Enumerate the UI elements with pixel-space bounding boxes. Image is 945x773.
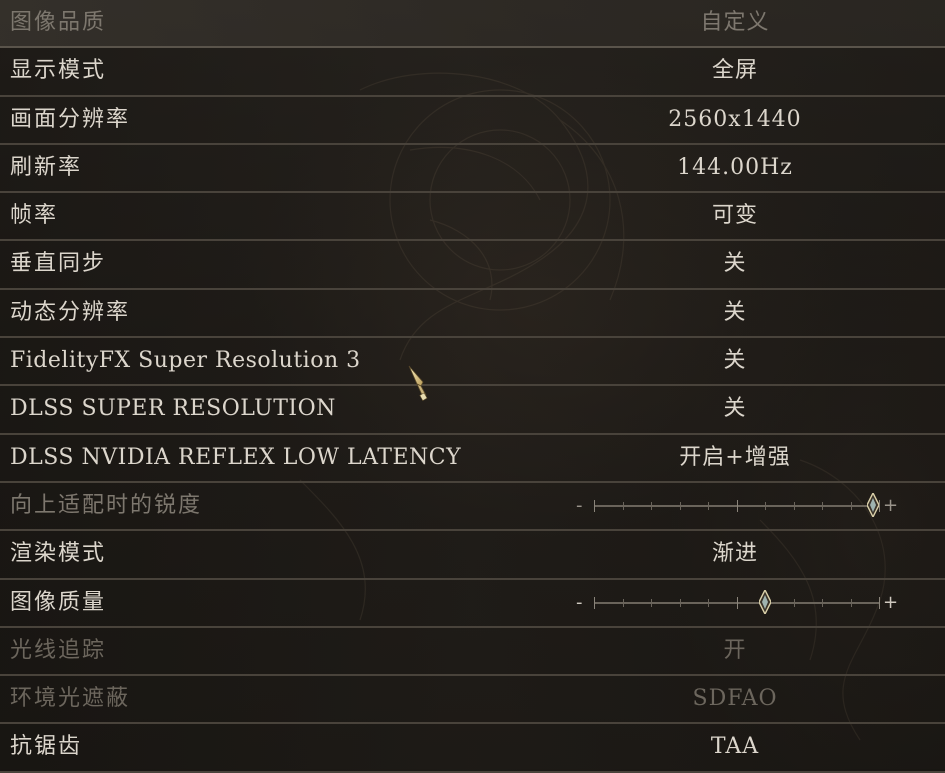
setting-label: 图像品质 <box>10 10 107 35</box>
setting-value[interactable]: 144.00Hz <box>585 145 885 191</box>
slider-tick <box>623 598 624 607</box>
slider-tick <box>765 501 766 510</box>
setting-label: 光线追踪 <box>10 637 107 663</box>
setting-row-ambient-occlusion[interactable]: 环境光遮蔽 SDFAO <box>0 676 945 725</box>
setting-label: 帧率 <box>10 203 59 229</box>
setting-value[interactable]: 关 <box>585 338 885 384</box>
setting-label: 垂直同步 <box>10 251 107 277</box>
slider-tick <box>623 501 624 510</box>
slider-tick <box>822 501 823 510</box>
setting-value[interactable]: 可变 <box>585 193 885 239</box>
setting-label: DLSS SUPER RESOLUTION <box>10 396 336 422</box>
sword-cursor-icon <box>408 365 428 402</box>
setting-row-upscale-sharpness[interactable]: 向上适配时的锐度 - + <box>0 482 945 532</box>
setting-value[interactable]: 关 <box>585 386 885 432</box>
slider-track[interactable] <box>594 596 880 609</box>
setting-label: 动态分辨率 <box>10 299 131 325</box>
setting-value[interactable]: 渐进 <box>585 531 885 577</box>
slider-tick <box>794 501 795 510</box>
slider-tick <box>680 501 681 510</box>
setting-row-refresh-rate[interactable]: 刷新率 144.00Hz <box>0 144 945 194</box>
slider-tick <box>708 598 709 607</box>
diamond-handle-icon[interactable] <box>867 492 879 517</box>
slider-tick <box>851 501 852 510</box>
setting-row-display-mode[interactable]: 显示模式 全屏 <box>0 48 945 97</box>
slider-tick <box>737 596 738 609</box>
slider-increase-button[interactable]: + <box>883 483 898 529</box>
slider-tick <box>794 598 795 607</box>
setting-value[interactable]: 2560x1440 <box>585 97 885 143</box>
setting-label: FidelityFX Super Resolution 3 <box>10 348 361 374</box>
setting-row-dynamic-resolution[interactable]: 动态分辨率 关 <box>0 289 945 339</box>
slider-tick <box>594 596 595 609</box>
setting-label: 画面分辨率 <box>10 106 131 132</box>
setting-value[interactable]: 全屏 <box>585 48 885 94</box>
slider-decrease-button[interactable]: - <box>576 483 583 529</box>
setting-row-resolution[interactable]: 画面分辨率 2560x1440 <box>0 96 945 145</box>
setting-label: 图像质量 <box>10 589 107 615</box>
setting-value[interactable]: 自定义 <box>585 0 885 46</box>
slider-tick <box>708 501 709 510</box>
slider-tick <box>680 598 681 607</box>
slider-tick <box>737 499 738 512</box>
slider-tick <box>651 598 652 607</box>
setting-row-render-mode[interactable]: 渲染模式 渐进 <box>0 531 945 580</box>
setting-value[interactable]: SDFAO <box>585 676 885 722</box>
setting-row-anti-aliasing[interactable]: 抗锯齿 TAA <box>0 724 945 773</box>
setting-row-ray-tracing[interactable]: 光线追踪 开 <box>0 627 945 677</box>
setting-label: 向上适配时的锐度 <box>10 492 203 518</box>
setting-label: 刷新率 <box>10 154 83 180</box>
image-quality-slider[interactable]: - + <box>574 580 898 626</box>
setting-value[interactable]: 开启+增强 <box>585 435 885 481</box>
slider-increase-button[interactable]: + <box>883 580 898 626</box>
setting-value[interactable]: 开 <box>585 628 885 674</box>
setting-row-image-quality-preset[interactable]: 图像品质 自定义 <box>0 0 945 49</box>
slider-decrease-button[interactable]: - <box>576 580 583 626</box>
setting-label: 环境光遮蔽 <box>10 686 131 712</box>
setting-row-image-quality[interactable]: 图像质量 - + <box>0 579 945 628</box>
slider-tick <box>851 598 852 607</box>
setting-value[interactable]: 关 <box>585 241 885 287</box>
setting-label: 抗锯齿 <box>10 734 83 760</box>
graphics-settings-list: 图像品质 自定义 显示模式 全屏 画面分辨率 2560x1440 刷新率 144… <box>0 0 945 773</box>
slider-track[interactable] <box>594 499 880 512</box>
slider-tick <box>879 499 880 512</box>
setting-row-vsync[interactable]: 垂直同步 关 <box>0 241 945 290</box>
setting-value[interactable]: TAA <box>585 724 885 770</box>
setting-label: 渲染模式 <box>10 541 107 567</box>
setting-label: 显示模式 <box>10 58 107 84</box>
slider-tick <box>879 596 880 609</box>
sharpness-slider[interactable]: - + <box>574 483 898 529</box>
setting-row-frame-rate[interactable]: 帧率 可变 <box>0 193 945 242</box>
setting-row-fsr3[interactable]: FidelityFX Super Resolution 3 关 <box>0 338 945 387</box>
setting-row-nvidia-reflex[interactable]: DLSS NVIDIA REFLEX LOW LATENCY 开启+增强 <box>0 434 945 483</box>
slider-tick <box>822 598 823 607</box>
setting-row-dlss-super-resolution[interactable]: DLSS SUPER RESOLUTION 关 <box>0 386 945 435</box>
slider-tick <box>651 501 652 510</box>
slider-tick <box>594 499 595 512</box>
diamond-handle-icon[interactable] <box>759 589 771 614</box>
setting-label: DLSS NVIDIA REFLEX LOW LATENCY <box>10 444 462 470</box>
setting-value[interactable]: 关 <box>585 290 885 336</box>
